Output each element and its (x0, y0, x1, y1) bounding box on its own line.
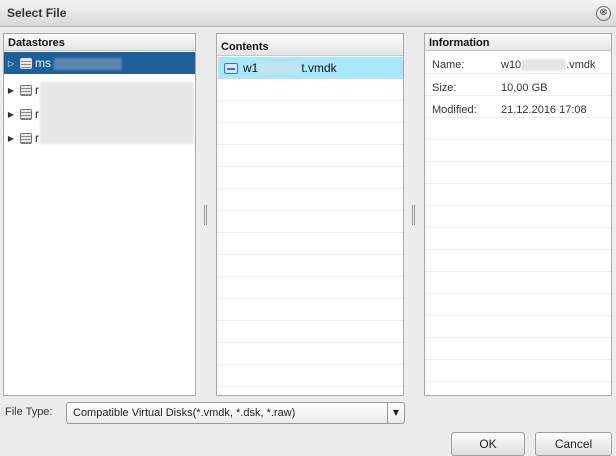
info-row-name: Name: w10 .vmdk (432, 54, 596, 76)
info-value: 21.12.2016 17:08 (501, 104, 587, 116)
info-key: Name: (432, 59, 465, 71)
info-key: Modified: (432, 104, 477, 116)
panel-splitter[interactable] (204, 205, 207, 225)
database-icon (20, 108, 32, 120)
datastores-panel: Datastores ▷ ms ▶ r ▶ r ▶ r (3, 33, 196, 396)
database-icon (20, 132, 32, 144)
chevron-down-icon[interactable]: ▼ (387, 403, 404, 423)
info-value-suffix: .vmdk (566, 59, 596, 71)
contents-panel: Contents w1 t.vmdk (216, 33, 404, 396)
datastores-header: Datastores (4, 34, 195, 51)
redacted-region (54, 58, 122, 70)
panel-splitter[interactable] (412, 205, 415, 225)
info-key: Size: (432, 82, 457, 94)
dialog-titlebar: Select File ⊗ (0, 0, 616, 27)
vmdk-disk-icon (224, 62, 238, 74)
datastore-label: r (35, 107, 39, 121)
datastore-label: r (35, 131, 39, 145)
file-type-value: Compatible Virtual Disks(*.vmdk, *.dsk, … (73, 407, 296, 419)
datastore-label: r (35, 83, 39, 97)
expand-arrow-icon[interactable]: ▶ (4, 86, 18, 95)
redacted-region (40, 82, 194, 144)
contents-header: Contents (217, 34, 403, 56)
file-type-select[interactable]: Compatible Virtual Disks(*.vmdk, *.dsk, … (66, 402, 405, 424)
ok-button[interactable]: OK (451, 432, 525, 456)
file-name-suffix: t.vmdk (301, 61, 337, 75)
info-row-modified: Modified: 21.12.2016 17:08 (432, 99, 587, 121)
datastore-label: ms (35, 56, 51, 70)
info-value-prefix: w10 (501, 59, 522, 71)
database-icon (20, 57, 32, 69)
file-item[interactable]: w1 t.vmdk (218, 57, 403, 79)
file-name-prefix: w1 (243, 61, 259, 75)
info-row-size: Size: 10,00 GB (432, 77, 547, 99)
information-panel: Information Name: w10 .vmdk Size: 10,00 … (424, 33, 612, 396)
redacted-region (521, 59, 567, 71)
database-icon (20, 84, 32, 96)
dialog-title: Select File (7, 6, 67, 20)
information-header: Information (425, 34, 611, 51)
file-type-label: File Type: (5, 406, 53, 418)
contents-list (217, 57, 403, 395)
expand-arrow-icon[interactable]: ▶ (4, 134, 18, 143)
expand-arrow-icon[interactable]: ▷ (4, 59, 18, 68)
expand-arrow-icon[interactable]: ▶ (4, 110, 18, 119)
redacted-region (258, 62, 302, 74)
close-icon[interactable]: ⊗ (596, 6, 611, 21)
cancel-button[interactable]: Cancel (535, 432, 612, 456)
info-value: 10,00 GB (501, 82, 548, 94)
